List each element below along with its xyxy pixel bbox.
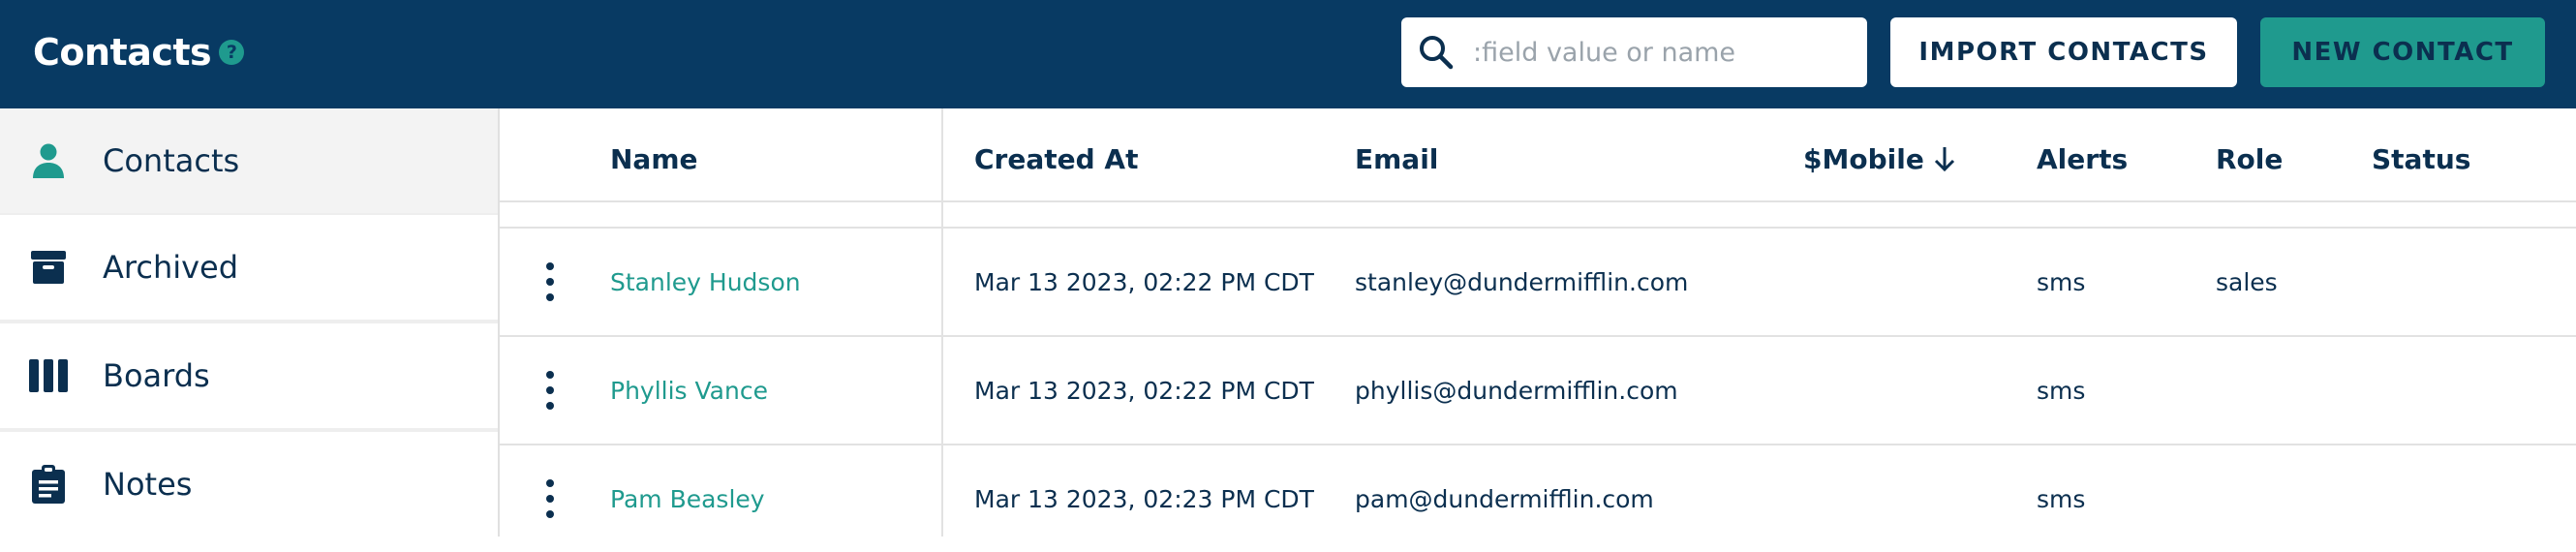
search-input[interactable]: [1471, 22, 1853, 82]
column-header-status[interactable]: Status: [2372, 139, 2470, 178]
role-cell: sales: [2216, 267, 2278, 296]
column-header-mobile-label: $Mobile: [1803, 142, 1924, 175]
column-header-name[interactable]: Name: [610, 139, 698, 178]
created-at-cell: Mar 13 2023, 02:22 PM CDT: [974, 267, 1314, 296]
archive-box-icon: [29, 248, 68, 287]
sidebar-item-label: Boards: [103, 357, 210, 394]
search-box: [1401, 17, 1867, 87]
sidebar-item-archived[interactable]: Archived: [0, 215, 498, 320]
columns-icon: [29, 356, 68, 395]
sort-descending-icon: [1934, 147, 1954, 172]
alerts-cell: sms: [2037, 267, 2086, 296]
column-header-alerts[interactable]: Alerts: [2037, 139, 2128, 178]
alerts-cell: sms: [2037, 376, 2086, 405]
contact-name-link[interactable]: Phyllis Vance: [610, 337, 768, 444]
email-cell: phyllis@dundermifflin.com: [1355, 376, 1678, 405]
clipboard-icon: [29, 465, 68, 504]
row-menu-icon[interactable]: [540, 262, 560, 301]
sidebar-item-boards[interactable]: Boards: [0, 323, 498, 428]
top-header: Contacts ? IMPORT CONTACTS NEW CONTACT: [0, 0, 2576, 108]
new-contact-button[interactable]: NEW CONTACT: [2260, 17, 2545, 87]
page-title: Contacts: [33, 31, 212, 74]
person-icon: [29, 141, 68, 180]
row-menu-icon[interactable]: [540, 371, 560, 410]
help-icon[interactable]: ?: [219, 40, 245, 65]
created-at-cell: Mar 13 2023, 02:22 PM CDT: [974, 376, 1314, 405]
table-row: Stanley Hudson Mar 13 2023, 02:22 PM CDT…: [500, 229, 2576, 335]
sidebar-item-label: Contacts: [103, 142, 240, 179]
sidebar-item-label: Notes: [103, 466, 193, 503]
contact-name-link[interactable]: Stanley Hudson: [610, 229, 801, 335]
sidebar-item-notes[interactable]: Notes: [0, 432, 498, 537]
column-header-created-at[interactable]: Created At: [974, 139, 1138, 178]
sidebar-item-label: Archived: [103, 249, 239, 286]
row-menu-icon[interactable]: [540, 479, 560, 518]
column-header-role[interactable]: Role: [2216, 139, 2283, 178]
sidebar: Contacts Archived Boards Notes: [0, 108, 498, 537]
table-row: Phyllis Vance Mar 13 2023, 02:22 PM CDT …: [500, 337, 2576, 444]
sidebar-item-contacts[interactable]: Contacts: [0, 108, 498, 213]
column-header-email[interactable]: Email: [1355, 139, 1438, 178]
import-contacts-button[interactable]: IMPORT CONTACTS: [1890, 17, 2237, 87]
email-cell: stanley@dundermifflin.com: [1355, 267, 1689, 296]
page-title-group: Contacts ?: [33, 25, 245, 79]
header-divider: [500, 200, 2576, 202]
contacts-table: Name Created At Email $Mobile Alerts Rol…: [500, 108, 2576, 537]
column-header-mobile[interactable]: $Mobile: [1803, 139, 1957, 178]
search-icon: [1420, 36, 1454, 70]
column-divider: [941, 108, 943, 227]
